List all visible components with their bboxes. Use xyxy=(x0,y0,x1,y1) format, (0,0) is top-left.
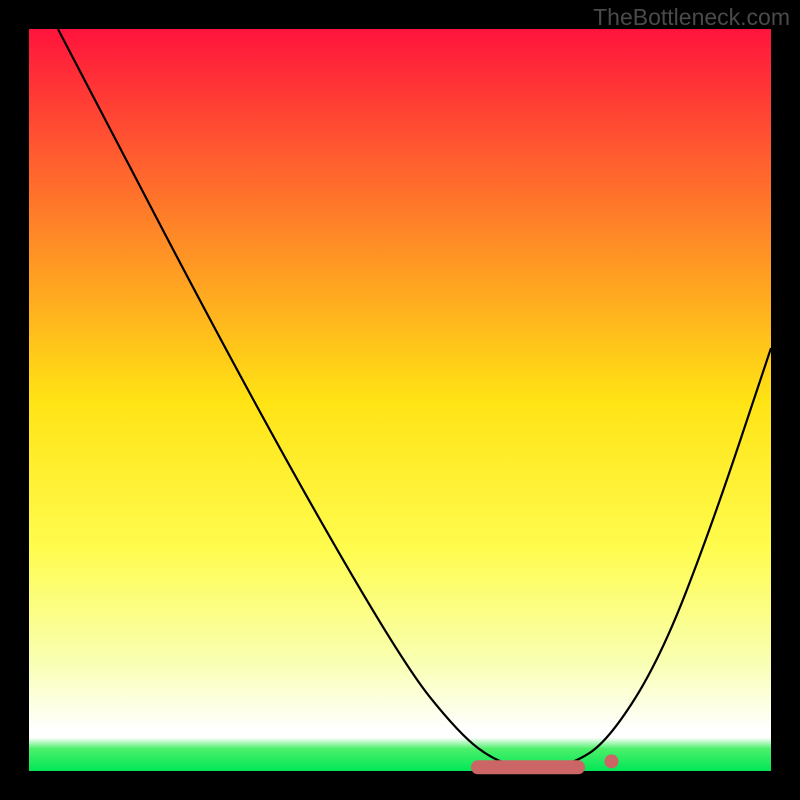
watermark-text: TheBottleneck.com xyxy=(593,4,790,31)
plot-area xyxy=(29,29,771,771)
chart-container: TheBottleneck.com xyxy=(0,0,800,800)
marker-dot xyxy=(604,754,618,768)
chart-svg xyxy=(0,0,800,800)
